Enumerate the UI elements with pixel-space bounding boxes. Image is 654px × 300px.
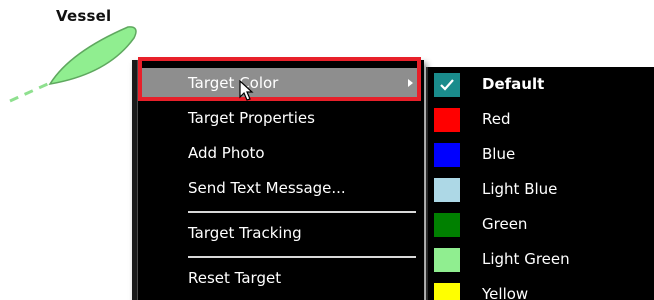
color-option-light-blue[interactable]: Light Blue: [428, 174, 654, 209]
target-color-submenu: Default Red Blue Light Blue Green Light …: [426, 67, 654, 300]
menu-item-label: Reset Target: [188, 269, 282, 287]
submenu-arrow-icon: [408, 79, 413, 87]
menu-item-add-photo[interactable]: Add Photo: [138, 138, 421, 168]
menu-item-label: Target Properties: [188, 109, 315, 127]
color-swatch-yellow: [434, 283, 460, 300]
color-option-label: Red: [482, 110, 511, 128]
color-option-label: Blue: [482, 145, 516, 163]
color-option-green[interactable]: Green: [428, 209, 654, 244]
color-option-yellow[interactable]: Yellow: [428, 279, 654, 300]
color-option-label: Green: [482, 215, 528, 233]
menu-separator: [188, 256, 416, 258]
color-option-red[interactable]: Red: [428, 104, 654, 139]
color-swatch-blue: [434, 143, 460, 167]
mouse-pointer-icon: [239, 80, 254, 101]
color-option-blue[interactable]: Blue: [428, 139, 654, 174]
menu-item-label: Send Text Message...: [188, 179, 346, 197]
checkmark-icon: [440, 79, 454, 91]
vessel-heading-line: [9, 80, 53, 103]
menu-item-target-tracking[interactable]: Target Tracking: [138, 218, 421, 248]
color-swatch-light-blue: [434, 178, 460, 202]
chart-plotter-canvas[interactable]: Vessel Target Color Target Properties Ad…: [0, 0, 654, 300]
vessel-hull-shape: [48, 26, 137, 86]
menu-item-label: Target Color: [188, 74, 279, 92]
color-option-label: Yellow: [482, 285, 529, 300]
color-swatch-light-green: [434, 248, 460, 272]
color-option-label: Default: [482, 75, 545, 93]
color-swatch-green: [434, 213, 460, 237]
menu-item-reset-target[interactable]: Reset Target: [138, 263, 421, 293]
color-option-label: Light Green: [482, 250, 570, 268]
menu-item-target-color[interactable]: Target Color: [138, 68, 421, 98]
color-option-light-green[interactable]: Light Green: [428, 244, 654, 279]
color-swatch-red: [434, 108, 460, 132]
menu-item-label: Target Tracking: [188, 224, 302, 242]
menu-item-target-properties[interactable]: Target Properties: [138, 103, 421, 133]
menu-separator: [188, 211, 416, 213]
color-option-default[interactable]: Default: [428, 69, 654, 104]
menu-item-send-text-message[interactable]: Send Text Message...: [138, 173, 421, 203]
color-option-label: Light Blue: [482, 180, 558, 198]
context-menu: Target Color Target Properties Add Photo…: [132, 60, 424, 300]
menu-item-label: Add Photo: [188, 144, 265, 162]
vessel-label: Vessel: [56, 7, 112, 25]
